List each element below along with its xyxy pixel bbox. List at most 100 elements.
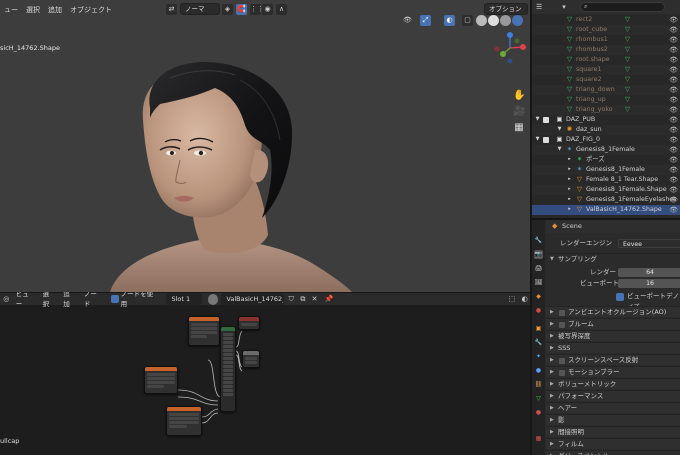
outliner-editor-icon[interactable]: ☰ [536,3,542,11]
sampling-panel-header[interactable]: ▼ サンプリング [546,253,680,264]
properties-panel-header[interactable]: ▶ ブルーム [546,318,680,329]
vector-node[interactable] [242,350,260,368]
visibility-eye-icon[interactable]: 👁 [669,65,678,75]
camera-icon[interactable]: 🎥 [513,106,525,118]
outliner-row[interactable]: ▽ square2 ▽ 👁 [532,75,680,85]
constraints-tab-icon[interactable]: ⛓ [534,380,543,389]
image-texture-node-2[interactable] [144,366,178,394]
panel-enable-checkbox[interactable] [559,370,565,376]
expand-arrow-icon[interactable]: ▸ [566,156,573,163]
principled-bsdf-node[interactable] [220,326,236,412]
material-tab-icon[interactable]: ● [534,408,543,417]
visibility-eye-icon[interactable]: 👁 [669,85,678,95]
expand-arrow-icon[interactable]: ▼ [556,126,563,133]
visibility-eye-icon[interactable]: 👁 [669,145,678,155]
output-node[interactable] [238,316,260,330]
properties-panel-header[interactable]: ▶ 影 [546,414,680,425]
visibility-eye-icon[interactable]: 👁 [669,125,678,135]
ortho-grid-icon[interactable]: ▦ [513,122,525,134]
visibility-eye-icon[interactable]: 👁 [669,55,678,65]
unlink-icon[interactable]: ✕ [309,293,320,305]
data-tab-icon[interactable]: ▽ [534,394,543,403]
outliner-row[interactable]: ▸ ▽ ValBasicH_14762.Shape 👁 [532,205,680,215]
visibility-eye-icon[interactable]: 👁 [669,35,678,45]
image-texture-node-3[interactable] [166,406,202,436]
outliner-row[interactable]: ▼ ✺ daz_sun 👁 [532,125,680,135]
outliner-row[interactable]: ▸ ▽ Genesis8_1Female.Shape 👁 [532,185,680,195]
particles-tab-icon[interactable]: ✦ [534,352,543,361]
collection-checkbox[interactable] [543,137,549,143]
fake-user-icon[interactable]: ⛉ [285,293,297,305]
properties-panel-header[interactable]: ▶ ヘアー [546,402,680,413]
pan-hand-icon[interactable]: ✋ [513,90,525,102]
expand-arrow-icon[interactable]: ▼ [534,136,541,143]
expand-arrow-icon[interactable]: ▸ [566,186,573,193]
modifier-tab-icon[interactable]: 🔧 [534,338,543,347]
outliner-row[interactable]: ▸ ✶ Genesis8_1Female 👁 [532,165,680,175]
expand-arrow-icon[interactable]: ▸ [566,166,573,173]
visibility-eye-icon[interactable]: 👁 [669,205,678,215]
panel-enable-checkbox[interactable] [559,322,565,328]
visibility-eye-icon[interactable]: 👁 [669,95,678,105]
outliner-row[interactable]: ▽ triang_up ▽ 👁 [532,95,680,105]
properties-panel-header[interactable]: ▶ パフォーマンス [546,390,680,401]
visibility-eye-icon[interactable]: 👁 [669,175,678,185]
render-tab-icon[interactable]: 📷 [534,250,543,259]
output-tab-icon[interactable]: 🖨 [534,264,543,273]
outliner-row[interactable]: ▽ rhombus2 ▽ 👁 [532,45,680,55]
3d-viewport[interactable]: ュー 選択 追加 オブジェクト ⇄ ノーマ ◈ 🧲 ⋮⋮ ◉ ∧ オプション ▾… [0,0,530,292]
visibility-eye-icon[interactable]: 👁 [669,115,678,125]
visibility-eye-icon[interactable]: 👁 [669,135,678,145]
render-engine-dropdown[interactable]: Eevee [618,239,680,248]
properties-panel-header[interactable]: ▶ アンビエントオクルージョン(AO) [546,306,680,317]
material-ball-icon[interactable] [207,293,219,305]
outliner-row[interactable]: ▽ root.shape ▽ 👁 [532,55,680,65]
scene-tab-icon[interactable]: ◆ [534,292,543,301]
outliner-row[interactable]: ▸ ▽ Genesis8_1FemaleEyelashes 👁 [532,195,680,205]
viewport-samples-field[interactable]: 16 [618,279,680,288]
properties-panel-header[interactable]: ▶ 間接照明 [546,426,680,437]
outliner-row[interactable]: ▼ ▣ DAZ_PUB 👁 [532,115,680,125]
navigation-gizmo[interactable] [492,30,528,66]
expand-arrow-icon[interactable]: ▸ [566,196,573,203]
properties-panel-header[interactable]: ▶ グリースペンシル [546,450,680,455]
filter-icon[interactable]: ▾ [562,3,566,11]
outliner[interactable]: ☰ ▾ ⌕ ▽ rect2 ▽ 👁 ▽ root_cube ▽ 👁 ▽ rhombus1 ▽ 👁 ▽ rh… [530,0,680,218]
outliner-row[interactable]: ▸ ✶ ポーズ 👁 [532,155,680,165]
visibility-eye-icon[interactable]: 👁 [669,195,678,205]
expand-arrow-icon[interactable]: ▸ [566,176,573,183]
outliner-row[interactable]: ▽ rhombus1 ▽ 👁 [532,35,680,45]
outliner-row[interactable]: ▸ ▽ Female 8_1 Tear.Shape 👁 [532,175,680,185]
panel-enable-checkbox[interactable] [559,310,565,316]
expand-arrow-icon[interactable]: ▸ [566,206,573,213]
expand-arrow-icon[interactable]: ▼ [556,146,563,153]
duplicate-icon[interactable]: ⧉ [297,293,309,305]
outliner-row[interactable]: ▽ triang_yoko ▽ 👁 [532,105,680,115]
overlay-node-icon[interactable]: ◐ [519,294,530,305]
visibility-eye-icon[interactable]: 👁 [669,45,678,55]
properties-panel-header[interactable]: ▶ ボリューメトリック [546,378,680,389]
outliner-search-input[interactable]: ⌕ [580,2,665,12]
view-layer-tab-icon[interactable]: 🖼 [534,278,543,287]
properties-panel-header[interactable]: ▶ SSS [546,342,680,353]
viewport-denoise-checkbox[interactable] [616,293,624,301]
outliner-row[interactable]: ▼ ▣ DAZ_FIG_0 👁 [532,135,680,145]
editor-type-icon[interactable]: ◎ [1,294,12,305]
render-samples-field[interactable]: 64 [618,268,680,277]
visibility-eye-icon[interactable]: 👁 [669,165,678,175]
snap-node-icon[interactable]: ⬚ [507,294,518,305]
properties-editor[interactable]: 🔧 📷 🖨 🖼 ◆ ● ▣ 🔧 ✦ ● ⛓ ▽ ● ▦ ◆ Scene レンダー… [530,218,680,455]
shader-node-editor[interactable]: ◎ ビュー 選択 追加 ノード ノードを使用 Slot 1 ValBasicH_… [0,292,530,455]
tool-tab-icon[interactable]: 🔧 [534,236,543,245]
outliner-row[interactable]: ▽ triang_down ▽ 👁 [532,85,680,95]
panel-enable-checkbox[interactable] [559,358,565,364]
object-tab-icon[interactable]: ▣ [534,324,543,333]
properties-panel-header[interactable]: ▶ フィルム [546,438,680,449]
physics-tab-icon[interactable]: ● [534,366,543,375]
outliner-row[interactable]: ▽ root_cube ▽ 👁 [532,25,680,35]
outliner-row[interactable]: ▼ ✶ Genesis8_1Female 👁 [532,145,680,155]
visibility-eye-icon[interactable]: 👁 [669,25,678,35]
visibility-eye-icon[interactable]: 👁 [669,15,678,25]
visibility-eye-icon[interactable]: 👁 [669,155,678,165]
outliner-row[interactable]: ▽ rect2 ▽ 👁 [532,15,680,25]
